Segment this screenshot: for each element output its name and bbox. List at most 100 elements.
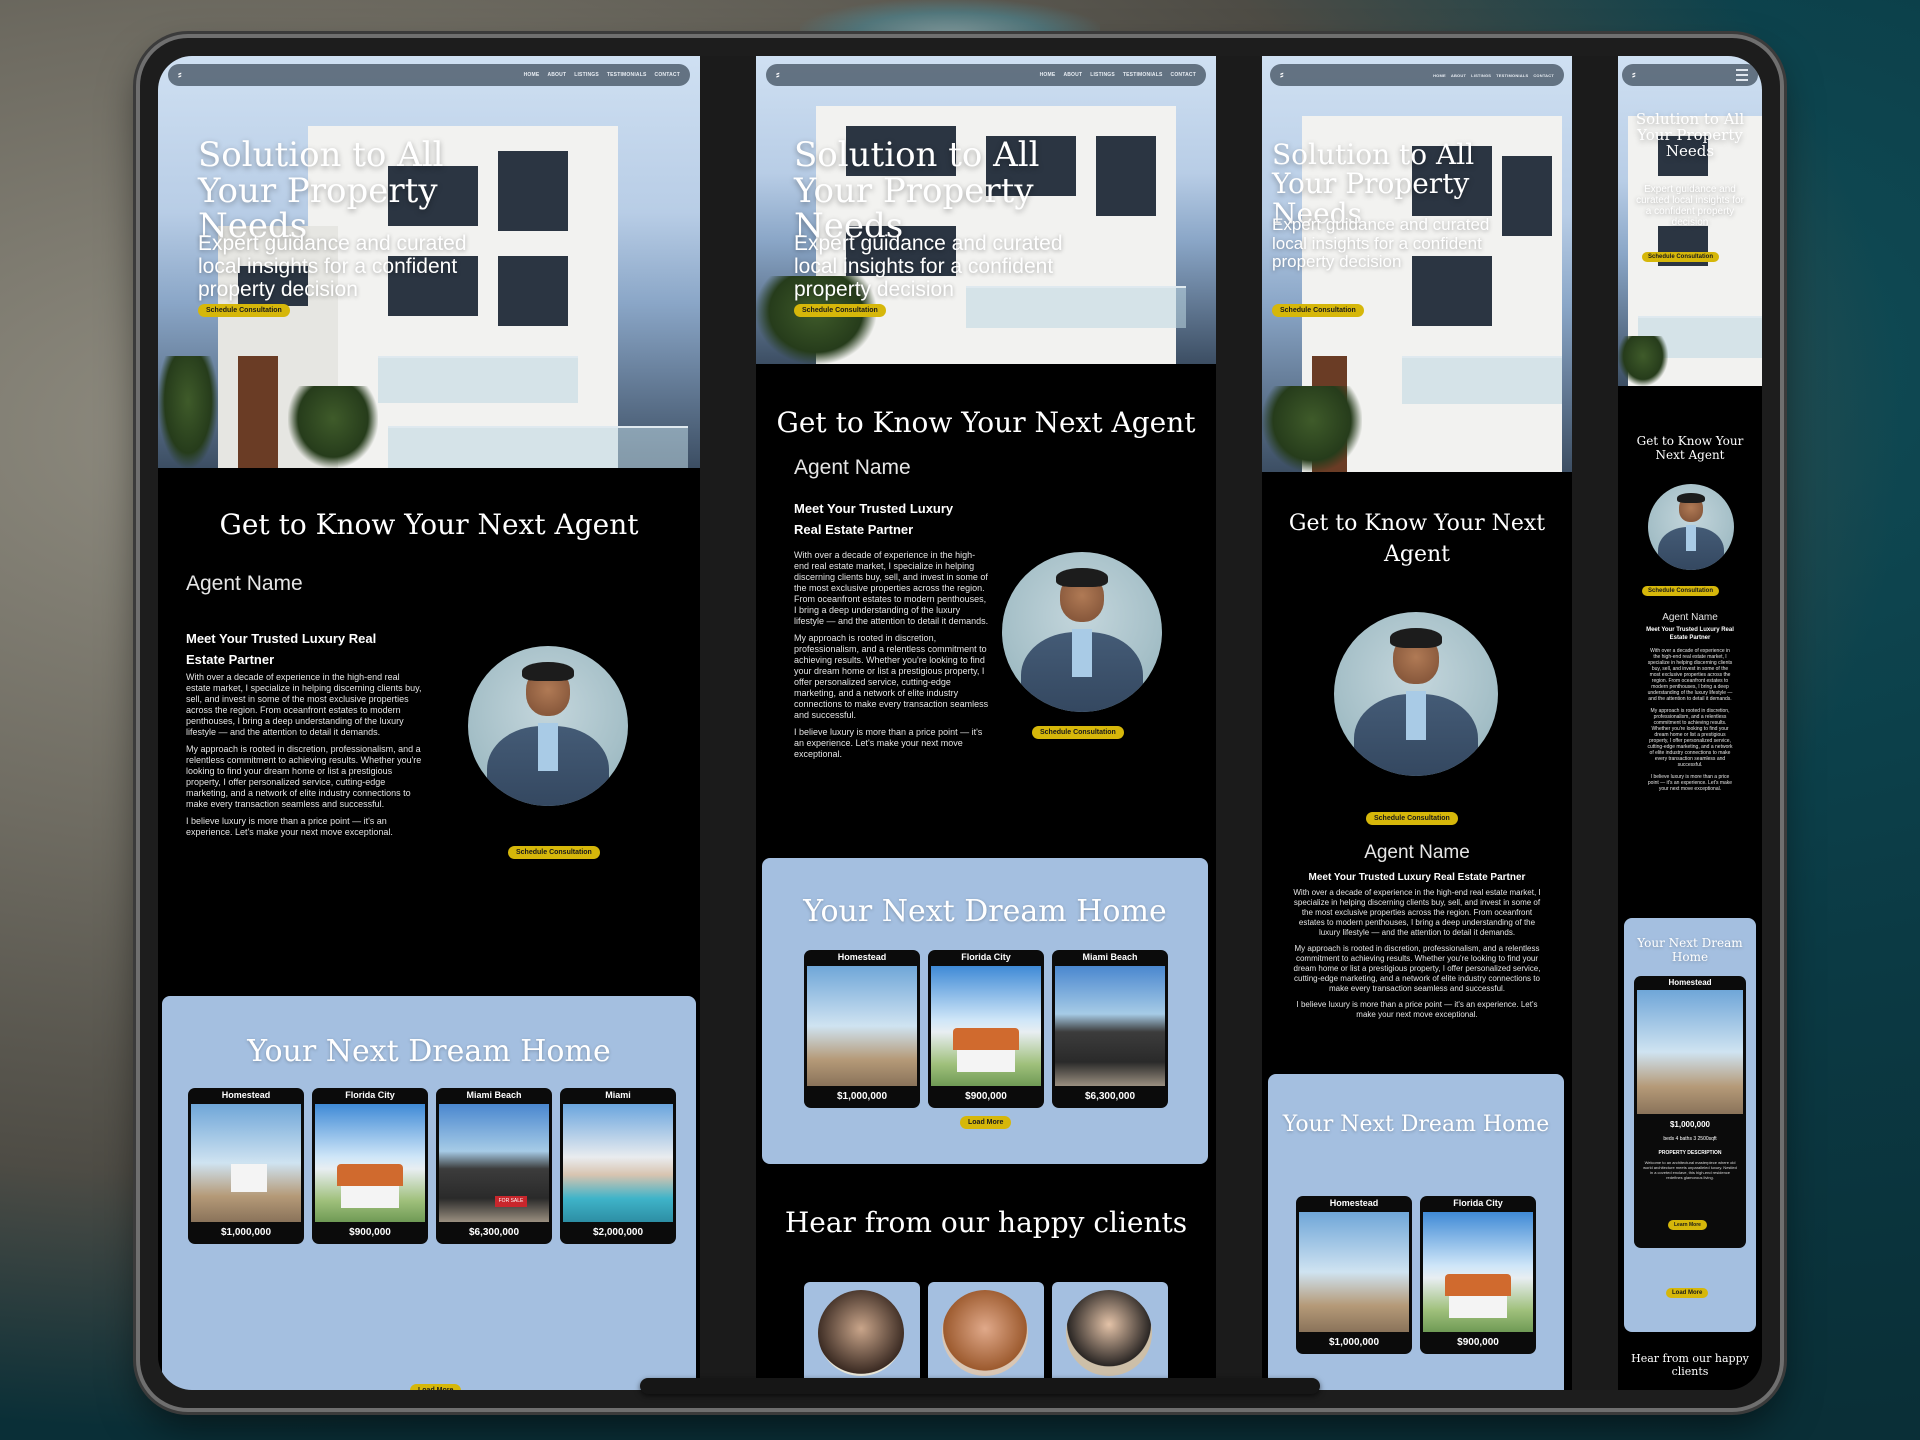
listing-photo: FOR SALE	[439, 1104, 549, 1222]
nav-about[interactable]: ABOUT	[1451, 73, 1466, 78]
listing-card[interactable]: Florida City $900,000	[928, 950, 1044, 1108]
logo[interactable]: ⸗	[1280, 69, 1284, 81]
navbar: ⸗ HOME ABOUT LISTINGS TESTIMONIALS CONTA…	[1270, 64, 1564, 86]
schedule-consultation-button[interactable]: Schedule Consultation	[1032, 726, 1124, 739]
mobile-preview: ⸗ Solution to All Your Property Needs Ex…	[1618, 56, 1762, 1390]
load-more-button[interactable]: Load More	[960, 1116, 1012, 1129]
listings-title: Your Next Dream Home	[803, 894, 1167, 929]
agent-tagline: Meet Your Trusted Luxury Real Estate Par…	[1308, 872, 1526, 883]
listing-photo	[1299, 1212, 1409, 1332]
listings-section: Your Next Dream Home Homestead $1,000,00…	[162, 996, 696, 1390]
nav-testimonials[interactable]: TESTIMONIALS	[1496, 73, 1528, 78]
hero-subtitle: Expert guidance and curated local insigh…	[1272, 215, 1490, 272]
hero-title: Solution to All Your Property Needs	[794, 135, 1040, 247]
for-sale-sign: FOR SALE	[495, 1196, 527, 1207]
nav-listings[interactable]: LISTINGS	[574, 72, 599, 78]
load-more-button[interactable]: Load More	[1666, 1288, 1709, 1298]
nav-home[interactable]: HOME	[524, 72, 540, 78]
logo[interactable]: ⸗	[1632, 69, 1636, 81]
tablet-screen: ⸗ HOME ABOUT LISTINGS TESTIMONIALS CONTA…	[158, 56, 1762, 1390]
hero-subtitle: Expert guidance and curated local insigh…	[198, 232, 467, 302]
bio-paragraph: I believe luxury is more than a price po…	[1647, 774, 1733, 792]
nav-home[interactable]: HOME	[1433, 73, 1446, 78]
agent-name: Agent Name	[186, 572, 303, 595]
listing-photo	[931, 966, 1041, 1086]
nav-home[interactable]: HOME	[1040, 72, 1056, 78]
nav-testimonials[interactable]: TESTIMONIALS	[607, 72, 647, 78]
nav-about[interactable]: ABOUT	[547, 72, 566, 78]
listing-name: Homestead	[1668, 978, 1712, 987]
listings-title: Your Next Dream Home	[1637, 936, 1743, 964]
schedule-consultation-button[interactable]: Schedule Consultation	[1272, 304, 1364, 317]
menu-icon[interactable]	[1736, 69, 1748, 81]
glass-balcony	[378, 356, 578, 403]
schedule-consultation-button[interactable]: Schedule Consultation	[508, 846, 600, 859]
nav-about[interactable]: ABOUT	[1063, 72, 1082, 78]
nav-listings[interactable]: LISTINGS	[1471, 73, 1491, 78]
listing-name: Miami Beach	[1082, 952, 1138, 962]
nav-contact[interactable]: CONTACT	[1171, 72, 1196, 78]
listing-card[interactable]: Miami Beach $6,300,000	[1052, 950, 1168, 1108]
schedule-consultation-button[interactable]: Schedule Consultation	[1366, 812, 1458, 825]
listing-card[interactable]: Homestead $1,000,000	[804, 950, 920, 1108]
clients-title: Hear from our happy clients	[784, 1206, 1188, 1239]
nav-contact[interactable]: CONTACT	[1533, 73, 1554, 78]
listing-name: Homestead	[221, 1090, 271, 1100]
listing-price: $1,000,000	[1328, 1337, 1380, 1348]
schedule-consultation-button[interactable]: Schedule Consultation	[198, 304, 290, 317]
listing-price: $6,300,000	[1084, 1091, 1136, 1102]
window	[1096, 136, 1156, 216]
listing-card[interactable]: Homestead $1,000,000	[188, 1088, 304, 1244]
agent-tagline: Meet Your Trusted Luxury Real Estate Par…	[186, 631, 377, 667]
agent-name: Agent Name	[1662, 612, 1718, 623]
listing-price: $1,000,000	[1669, 1120, 1711, 1129]
listing-photo	[1055, 966, 1165, 1086]
logo[interactable]: ⸗	[178, 69, 182, 81]
glass-railing	[388, 426, 688, 468]
navbar: ⸗ HOME ABOUT LISTINGS TESTIMONIALS CONTA…	[168, 64, 690, 86]
small-tablet-preview: ⸗ HOME ABOUT LISTINGS TESTIMONIALS CONTA…	[1262, 56, 1572, 1390]
wood-panel	[238, 356, 278, 468]
palm-plant	[1618, 336, 1668, 386]
schedule-consultation-button[interactable]: Schedule Consultation	[1642, 586, 1720, 596]
listing-card[interactable]: Miami $2,000,000	[560, 1088, 676, 1244]
schedule-consultation-button[interactable]: Schedule Consultation	[1642, 252, 1720, 262]
agent-photo	[1002, 552, 1162, 712]
window	[498, 151, 568, 231]
learn-more-button[interactable]: Learn More	[1668, 1220, 1707, 1230]
hero-title: Solution to All Your Property Needs	[1635, 110, 1745, 160]
testimonial-card[interactable]	[928, 1282, 1044, 1390]
hero-section: ⸗ Solution to All Your Property Needs Ex…	[1618, 56, 1762, 386]
agent-name: Agent Name	[1364, 842, 1470, 863]
agent-photo	[468, 646, 628, 806]
clients-title: Hear from our happy clients	[1631, 1352, 1749, 1378]
listing-card[interactable]: Miami Beach FOR SALE $6,300,000	[436, 1088, 552, 1244]
listing-photo	[191, 1104, 301, 1222]
nav-testimonials[interactable]: TESTIMONIALS	[1123, 72, 1163, 78]
glass-balcony	[1402, 356, 1562, 404]
bio-paragraph: My approach is rooted in discretion, pro…	[186, 744, 422, 809]
load-more-button[interactable]: Load More	[410, 1384, 462, 1390]
agent-section-title: Get to Know Your Next Agent	[776, 406, 1196, 439]
testimonial-card[interactable]	[804, 1282, 920, 1390]
bio-paragraph: With over a decade of experience in the …	[186, 672, 422, 737]
bio-paragraph: I believe luxury is more than a price po…	[186, 816, 393, 837]
testimonial-card[interactable]	[1052, 1282, 1168, 1390]
listing-card[interactable]: Florida City $900,000	[1420, 1196, 1536, 1354]
listing-card[interactable]: Homestead $1,000,000	[1296, 1196, 1412, 1354]
agent-tagline: Meet Your Trusted Luxury Real Estate Par…	[794, 501, 954, 537]
client-avatar	[818, 1290, 904, 1376]
agent-bio: With over a decade of experience in the …	[794, 550, 990, 766]
agent-bio: With over a decade of experience in the …	[1646, 648, 1734, 918]
schedule-consultation-button[interactable]: Schedule Consultation	[794, 304, 886, 317]
nav-contact[interactable]: CONTACT	[655, 72, 680, 78]
listing-card[interactable]: Homestead $1,000,000 beds 4 baths 3 2500…	[1634, 976, 1746, 1248]
logo[interactable]: ⸗	[776, 69, 780, 81]
device-stand	[640, 1378, 1320, 1394]
bio-paragraph: My approach is rooted in discretion, pro…	[794, 633, 989, 720]
listing-name: Homestead	[837, 952, 887, 962]
bio-paragraph: With over a decade of experience in the …	[1647, 648, 1733, 702]
agent-name: Agent Name	[794, 456, 911, 479]
nav-listings[interactable]: LISTINGS	[1090, 72, 1115, 78]
listing-card[interactable]: Florida City $900,000	[312, 1088, 428, 1244]
